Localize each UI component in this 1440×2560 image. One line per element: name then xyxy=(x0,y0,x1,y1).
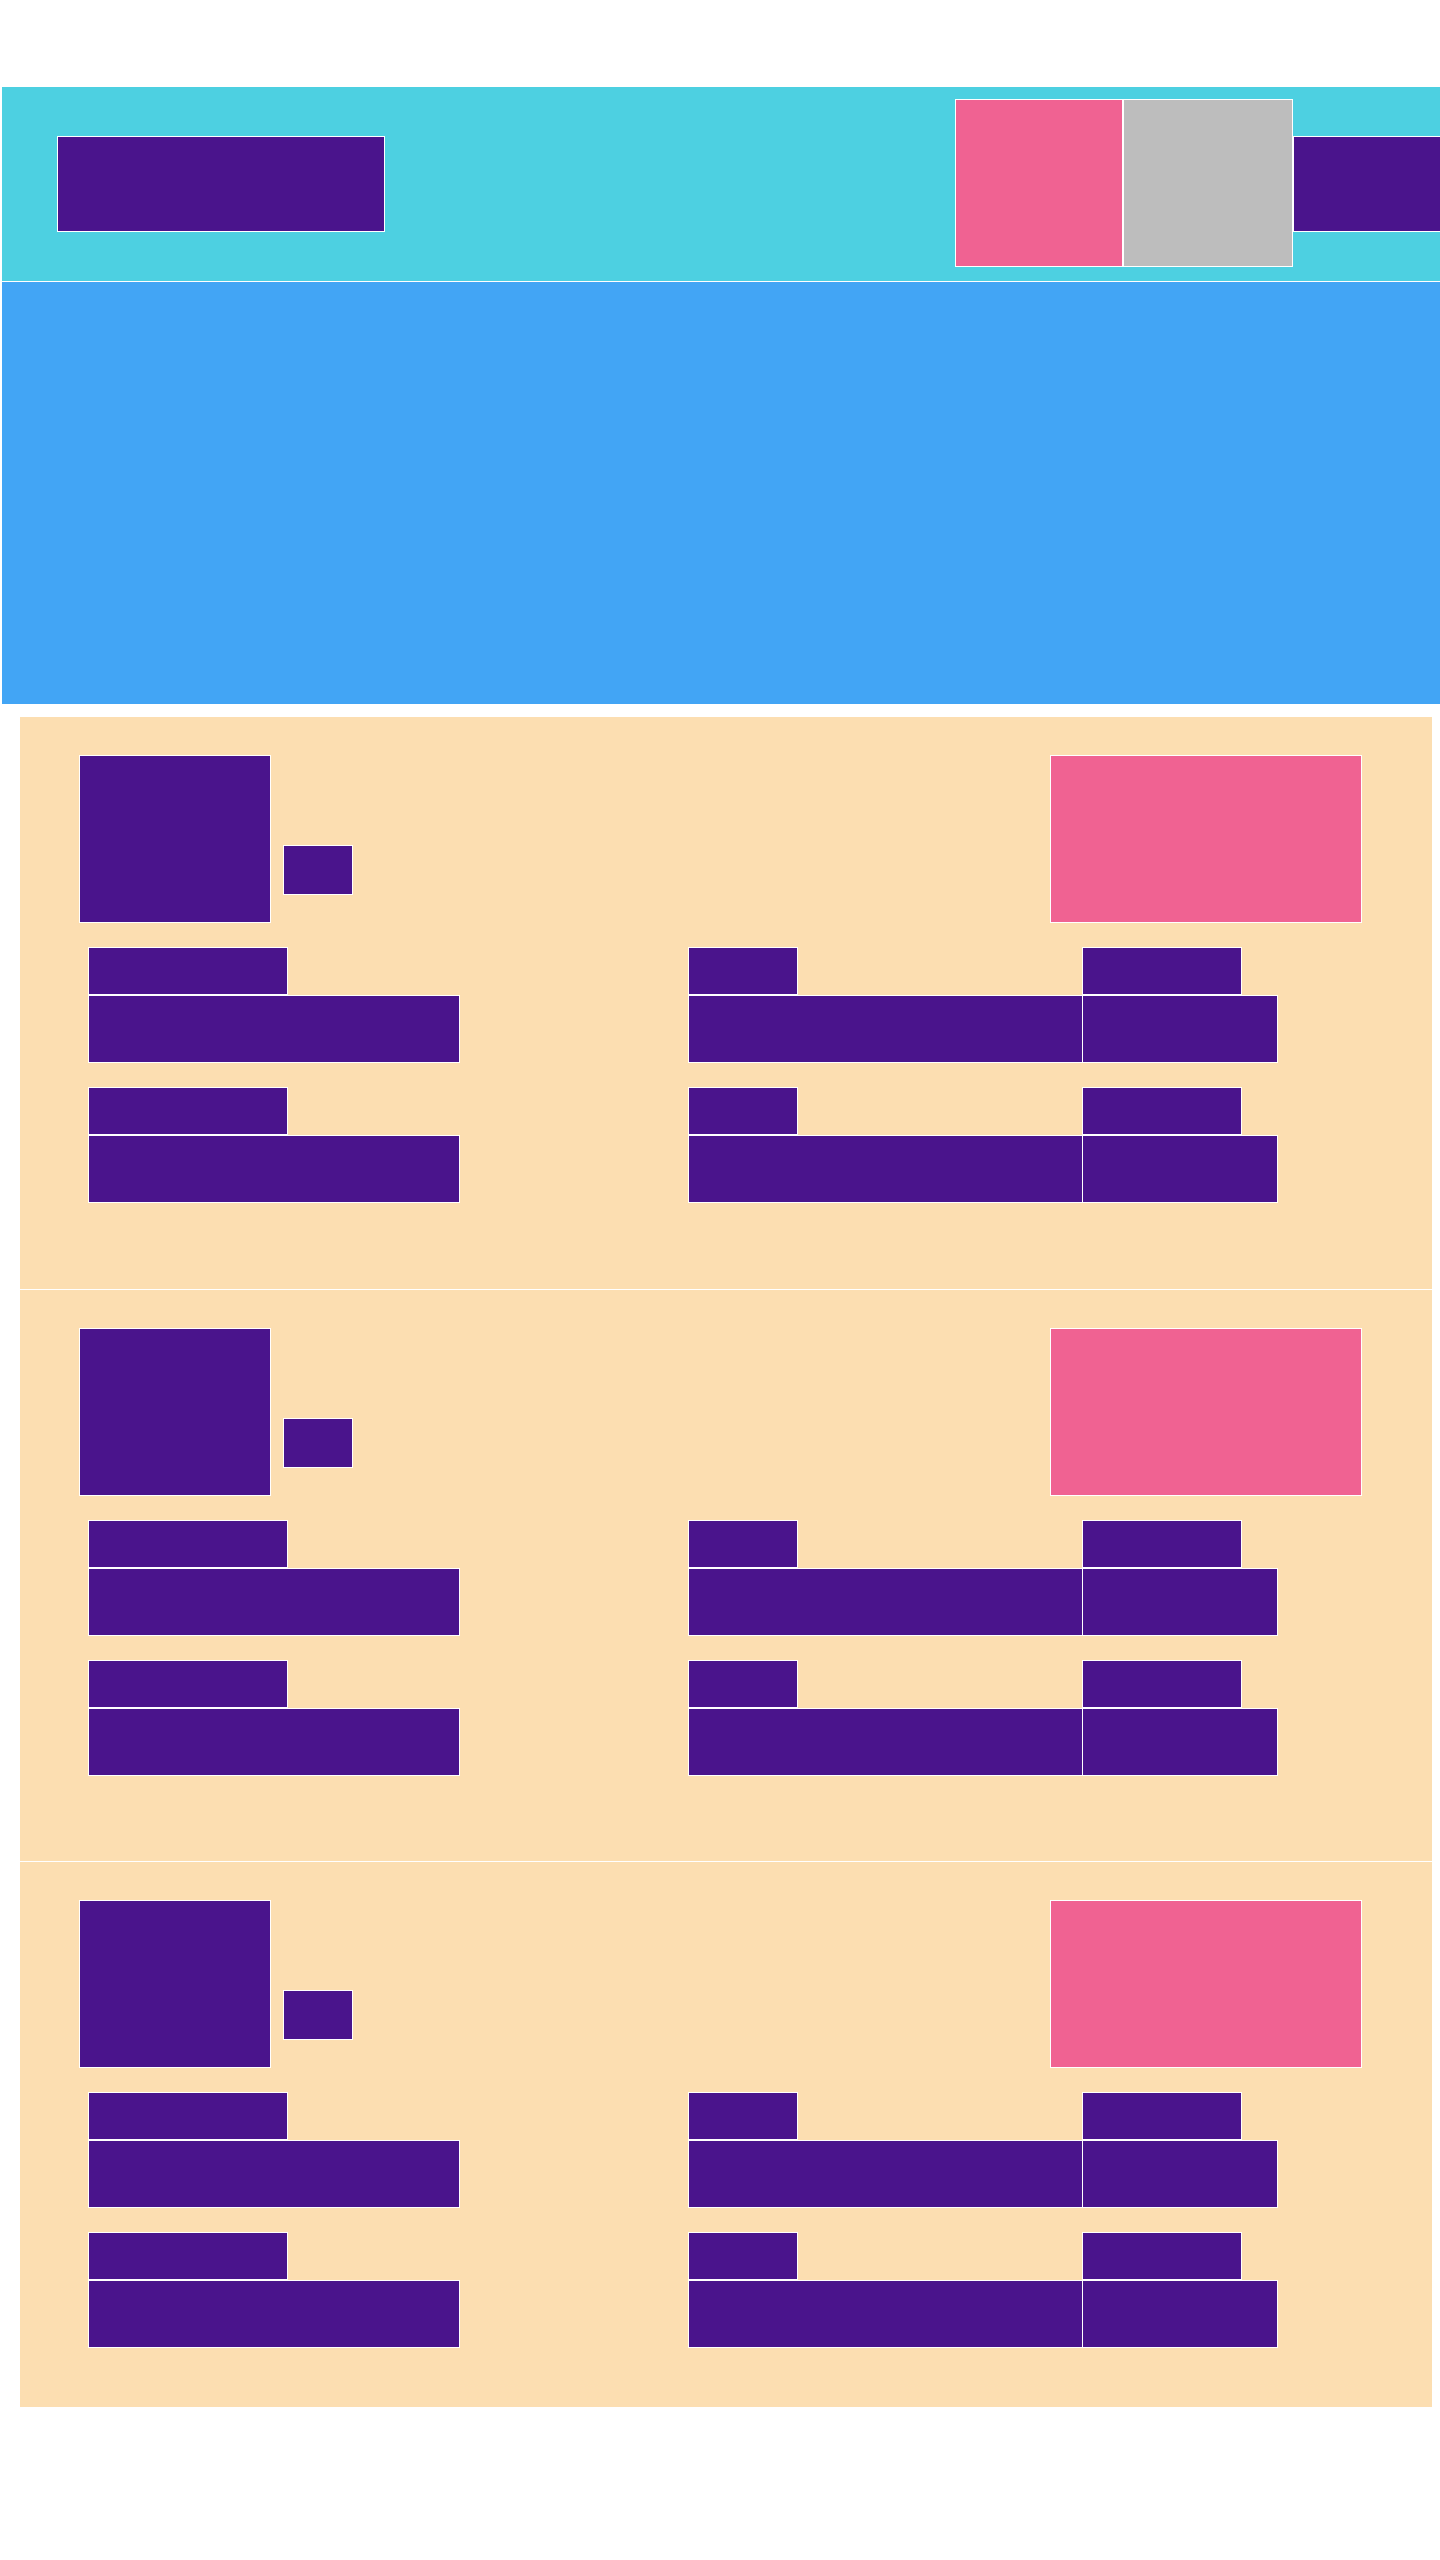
field-value xyxy=(1082,2280,1278,2348)
status-badge xyxy=(283,1418,353,1468)
field-label xyxy=(88,1520,288,1568)
field-label xyxy=(1082,1660,1242,1708)
list-card xyxy=(20,1861,1432,2407)
field-value xyxy=(1082,1568,1278,1636)
card-action-button[interactable] xyxy=(1050,755,1362,923)
field-label xyxy=(1082,1520,1242,1568)
field-value xyxy=(688,2280,1086,2348)
field-value xyxy=(688,1135,1086,1203)
field-value xyxy=(688,2140,1086,2208)
field-label xyxy=(688,1660,798,1708)
field-value xyxy=(1082,2140,1278,2208)
app-header xyxy=(2,87,1440,282)
status-badge xyxy=(283,845,353,895)
field-label xyxy=(688,2232,798,2280)
field-label xyxy=(688,1087,798,1135)
nav-button-menu[interactable] xyxy=(1293,136,1440,232)
field-value xyxy=(1082,1708,1278,1776)
field-label xyxy=(88,947,288,995)
field-value xyxy=(1082,995,1278,1063)
field-value xyxy=(88,1708,460,1776)
page xyxy=(0,0,1440,2560)
field-label xyxy=(88,2092,288,2140)
field-value xyxy=(688,995,1086,1063)
field-value xyxy=(88,1568,460,1636)
card-action-button[interactable] xyxy=(1050,1900,1362,2068)
field-label xyxy=(1082,2232,1242,2280)
field-value xyxy=(88,2280,460,2348)
field-label xyxy=(1082,2092,1242,2140)
field-value xyxy=(1082,1135,1278,1203)
field-label xyxy=(88,2232,288,2280)
nav-button-primary[interactable] xyxy=(955,99,1123,267)
field-label xyxy=(1082,1087,1242,1135)
field-label xyxy=(688,947,798,995)
avatar xyxy=(79,1328,271,1496)
avatar xyxy=(79,1900,271,2068)
field-label xyxy=(1082,947,1242,995)
field-value xyxy=(88,1135,460,1203)
app-title xyxy=(57,136,385,232)
field-value xyxy=(88,995,460,1063)
nav-button-secondary[interactable] xyxy=(1123,99,1293,267)
field-value xyxy=(688,1568,1086,1636)
list-card xyxy=(20,717,1432,1289)
field-value xyxy=(688,1708,1086,1776)
field-label xyxy=(688,1520,798,1568)
hero-banner xyxy=(2,282,1440,704)
status-badge xyxy=(283,1990,353,2040)
list-card xyxy=(20,1289,1432,1861)
field-label xyxy=(88,1660,288,1708)
field-label xyxy=(688,2092,798,2140)
field-value xyxy=(88,2140,460,2208)
avatar xyxy=(79,755,271,923)
field-label xyxy=(88,1087,288,1135)
card-action-button[interactable] xyxy=(1050,1328,1362,1496)
